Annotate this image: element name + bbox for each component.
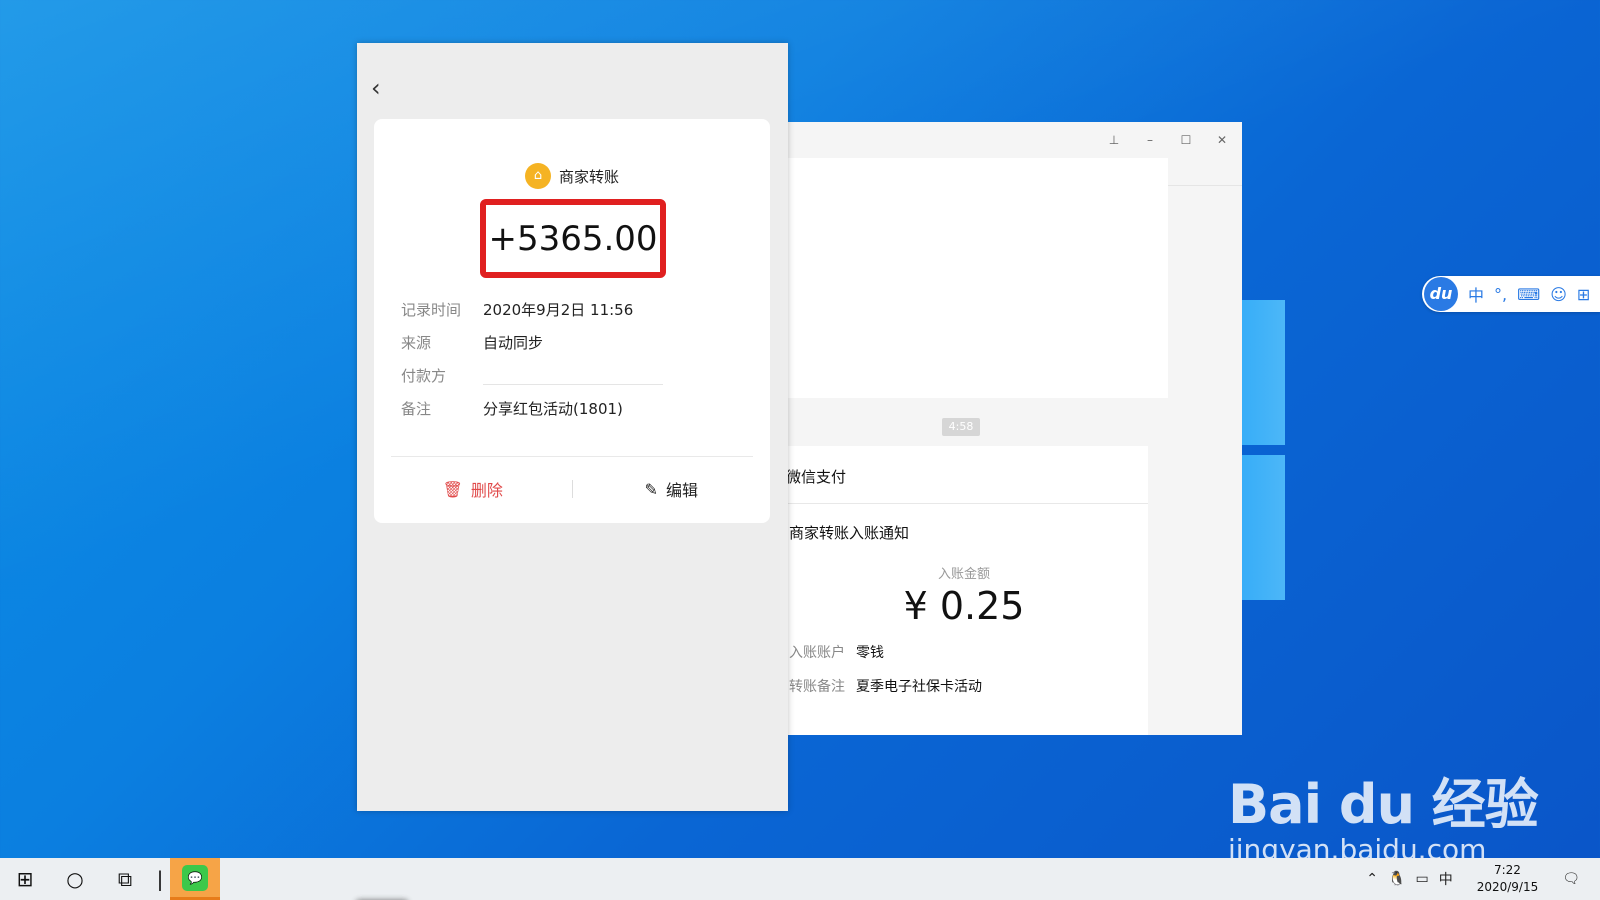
minimize-icon[interactable]: –: [1142, 133, 1158, 147]
amount-value: ¥ 0.25: [903, 584, 1025, 628]
trash-icon: 🗑: [442, 479, 463, 499]
wechat-icon: 💬: [182, 864, 208, 891]
chevron-up-icon[interactable]: ⌃: [1366, 871, 1378, 887]
cortana-button[interactable]: ○: [50, 858, 100, 900]
time-badge: 4:58: [942, 418, 980, 436]
notice-title: 商家转账入账通知: [789, 524, 910, 542]
edit-icon: ✎: [644, 479, 658, 499]
taskbar-separator: |: [156, 867, 164, 891]
ime-toolbar: du 中 °, ⌨ ☺ ⊞: [1422, 276, 1600, 312]
chat-window: ⊥ – ☐ ✕ 4:58 微信支付 商家转账入账通知 入账金额 ¥ 0.25 入…: [780, 122, 1242, 735]
pay-header: 微信支付: [780, 446, 1148, 504]
watermark-brand: Bai du 经验: [1228, 773, 1539, 836]
notification-icon[interactable]: 🗨: [1562, 871, 1580, 887]
system-tray: ⌃ 🐧 ▭ 中 7:22 2020/9/15 🗨: [1366, 858, 1600, 900]
grid-icon[interactable]: ⊞: [1577, 285, 1590, 304]
back-arrow-icon[interactable]: ‹: [371, 73, 401, 103]
taskbar: ⊞ ○ ⧉ | 💬 e Ps ⟳ ⌃ 🐧 ▭ 中 7:22 2020/9/15 …: [0, 858, 1600, 900]
start-button[interactable]: ⊞: [0, 858, 50, 900]
chat-side-panel: [1168, 158, 1242, 186]
baidu-ime-logo[interactable]: du: [1424, 277, 1458, 311]
detail-row-source: 来源 自动同步: [401, 334, 544, 352]
detail-row-note: 备注 分享红包活动(1801): [401, 400, 623, 418]
merchant-label: 商家转账: [558, 167, 619, 186]
close-icon[interactable]: ✕: [1214, 133, 1230, 147]
shop-icon: ⌂: [524, 163, 551, 189]
baidu-watermark: Bai du 经验 jingyan.baidu.com: [1228, 760, 1539, 866]
info-row: 转账备注 夏季电子社保卡活动: [789, 679, 982, 695]
delete-button[interactable]: 🗑 删除: [374, 474, 572, 504]
taskbar-wechat[interactable]: 💬: [170, 858, 220, 900]
pin-icon[interactable]: ⊥: [1106, 133, 1122, 147]
amount-highlight: +5365.00: [480, 199, 666, 278]
record-amount: +5365.00: [488, 218, 658, 259]
record-card: ⌂ 商家转账 +5365.00 记录时间 2020年9月2日 11:56 来源 …: [374, 119, 770, 523]
ime-punct-toggle[interactable]: °,: [1494, 285, 1507, 304]
ime-lang-toggle[interactable]: 中: [1468, 282, 1484, 306]
network-icon[interactable]: ▭: [1415, 871, 1428, 887]
edit-button[interactable]: ✎ 编辑: [573, 474, 771, 504]
divider: [391, 456, 753, 457]
wechat-pay-card[interactable]: 微信支付 商家转账入账通知 入账金额 ¥ 0.25 入账账户 零钱 转账备注 夏…: [780, 446, 1148, 735]
amount-label: 入账金额: [937, 567, 990, 582]
merchant-header: ⌂ 商家转账: [374, 163, 770, 189]
record-actions: 🗑 删除 ✎ 编辑: [374, 474, 770, 504]
task-view-button[interactable]: ⧉: [100, 858, 150, 900]
chat-window-titlebar: ⊥ – ☐ ✕: [780, 122, 1242, 158]
ime-tray-icon[interactable]: 中: [1439, 869, 1453, 889]
qq-icon[interactable]: 🐧: [1388, 871, 1405, 887]
info-row: 入账账户 零钱: [789, 645, 884, 661]
chat-message-card: [780, 158, 1168, 398]
detail-row-time: 记录时间 2020年9月2日 11:56: [401, 301, 634, 319]
maximize-icon[interactable]: ☐: [1178, 133, 1194, 147]
payer-field[interactable]: [483, 384, 663, 385]
record-details: 记录时间 2020年9月2日 11:56 来源 自动同步 付款方 备注 分享红包…: [401, 293, 751, 425]
record-detail-window: ‹ ⌂ 商家转账 +5365.00 记录时间 2020年9月2日 11:56 来…: [357, 43, 788, 811]
keyboard-icon[interactable]: ⌨: [1517, 285, 1540, 304]
user-icon[interactable]: ☺: [1550, 285, 1567, 304]
detail-row-payer: 付款方: [401, 359, 751, 392]
clock[interactable]: 7:22 2020/9/15: [1463, 862, 1553, 896]
